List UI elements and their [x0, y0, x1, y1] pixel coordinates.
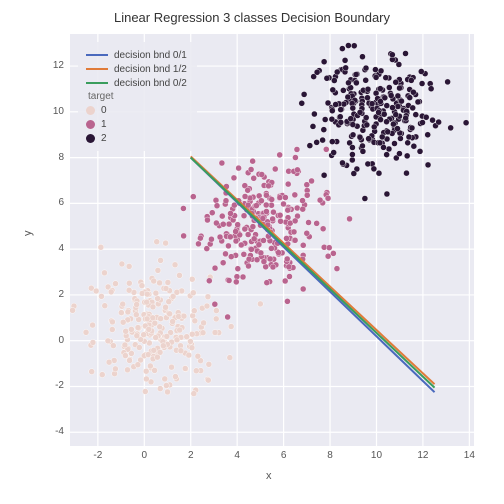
legend-entry-class1: 1: [86, 117, 187, 131]
y-tick: 0: [34, 335, 64, 346]
x-axis-label: x: [266, 470, 272, 482]
legend-entry-class2: 2: [86, 131, 187, 145]
y-tick: -4: [34, 426, 64, 437]
y-tick: 8: [34, 152, 64, 163]
y-tick: 6: [34, 197, 64, 208]
y-tick: 4: [34, 243, 64, 254]
legend-entry-class0: 0: [86, 103, 187, 117]
y-tick: 12: [34, 60, 64, 71]
x-tick: 14: [457, 450, 481, 461]
chart-title: Linear Regression 3 classes Decision Bou…: [0, 10, 504, 25]
legend-hue-title: target: [86, 90, 187, 103]
y-tick: -2: [34, 380, 64, 391]
legend-entry-db02: decision bnd 0/2: [86, 76, 187, 90]
x-tick: 0: [132, 450, 156, 461]
y-tick: 10: [34, 106, 64, 117]
x-tick: 10: [364, 450, 388, 461]
y-axis-label: y: [22, 231, 34, 237]
x-tick: 2: [179, 450, 203, 461]
x-tick: 12: [411, 450, 435, 461]
plot-area: decision bnd 0/1 decision bnd 1/2 decisi…: [70, 34, 474, 446]
x-tick: 8: [318, 450, 342, 461]
y-tick: 2: [34, 289, 64, 300]
legend-entry-db01: decision bnd 0/1: [86, 48, 187, 62]
x-tick: -2: [86, 450, 110, 461]
legend: decision bnd 0/1 decision bnd 1/2 decisi…: [78, 42, 197, 151]
x-tick: 6: [272, 450, 296, 461]
x-tick: 4: [225, 450, 249, 461]
legend-entry-db12: decision bnd 1/2: [86, 62, 187, 76]
